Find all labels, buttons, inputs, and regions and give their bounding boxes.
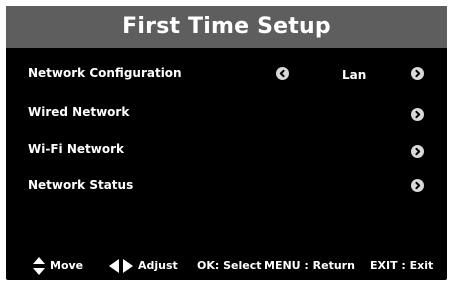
- footer-hints: Move Adjust OK: Select MENU : Return EXI…: [6, 256, 447, 276]
- exit-hint: EXIT : Exit: [370, 259, 434, 272]
- menu-item-wired-network[interactable]: Wired Network: [6, 97, 447, 127]
- page-title: First Time Setup: [122, 14, 331, 39]
- title-bar: First Time Setup: [6, 6, 447, 48]
- network-configuration-value: Lan: [342, 68, 367, 82]
- left-right-arrows-icon: [109, 259, 133, 273]
- network-configuration-label: Network Configuration: [28, 66, 182, 80]
- menu-return-hint: MENU : Return: [264, 259, 355, 272]
- menu-item-network-configuration[interactable]: Network Configuration Lan: [6, 58, 447, 88]
- menu-item-wifi-network[interactable]: Wi-Fi Network: [6, 134, 447, 164]
- arrow-right-icon[interactable]: [411, 67, 424, 80]
- up-down-arrows-icon: [33, 257, 45, 275]
- move-hint: Move: [50, 259, 84, 272]
- ok-select-hint: OK: Select: [197, 259, 262, 272]
- arrow-right-icon[interactable]: [411, 108, 424, 121]
- network-status-label: Network Status: [28, 178, 134, 192]
- menu-item-network-status[interactable]: Network Status: [6, 170, 447, 200]
- adjust-hint: Adjust: [138, 259, 178, 272]
- wifi-network-label: Wi-Fi Network: [28, 142, 124, 156]
- arrow-left-icon[interactable]: [276, 67, 289, 80]
- arrow-right-icon[interactable]: [411, 145, 424, 158]
- setup-panel: First Time Setup Network Configuration L…: [6, 6, 447, 280]
- wired-network-label: Wired Network: [28, 105, 130, 119]
- arrow-right-icon[interactable]: [411, 179, 424, 192]
